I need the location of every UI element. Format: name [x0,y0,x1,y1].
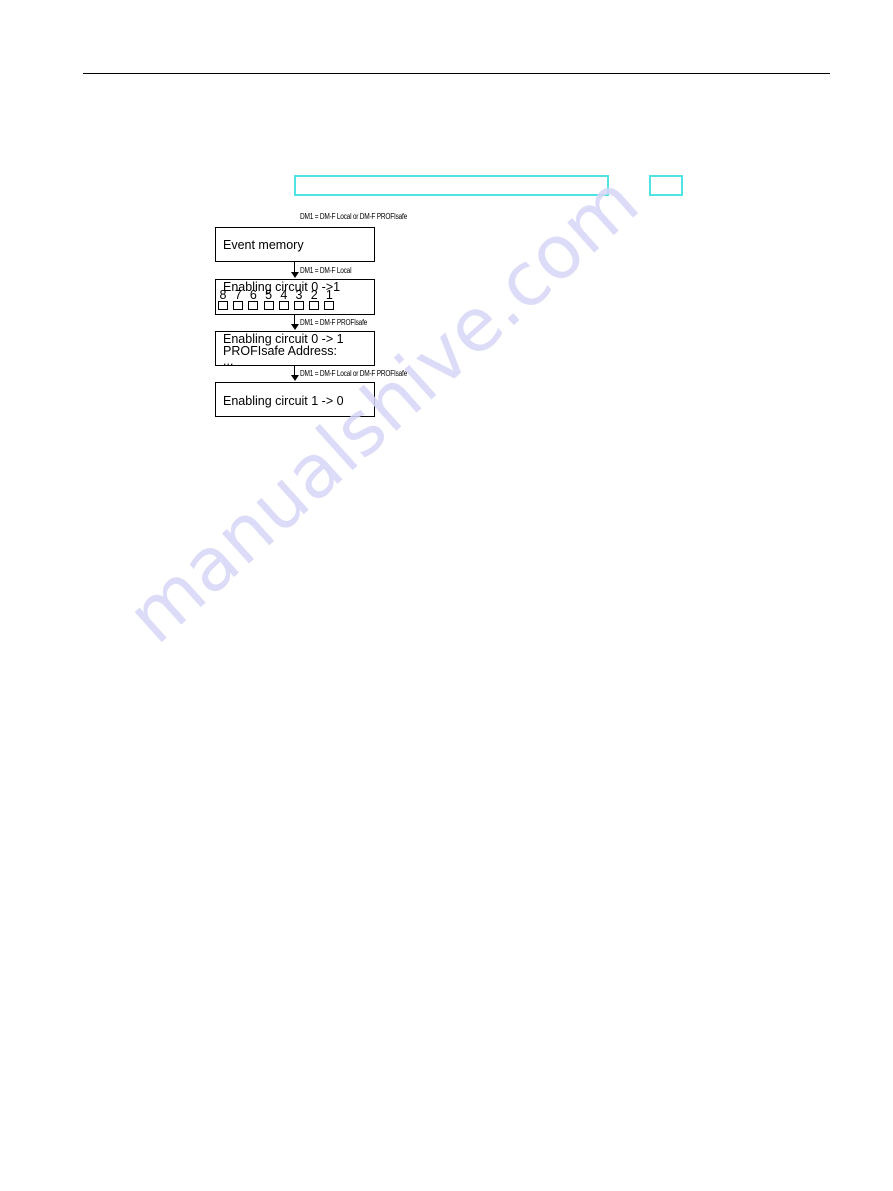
box-line: ... [223,354,234,368]
menu-box-event-memory: Event memory [215,227,375,262]
bit-checkbox [309,301,320,310]
arrow-down-icon [291,272,299,278]
transition-condition-label: DM1 = DM-F Local or DM-F PROFIsafe [300,369,408,378]
bit-label: 2 [310,288,318,302]
bit-label: 7 [234,288,242,302]
bit-checkbox [278,301,289,310]
bit-label: 1 [325,288,333,302]
bit-label: 6 [249,288,257,302]
watermark: manualshive.com [111,158,655,660]
bit-checkbox [218,301,228,310]
highlight-box-small [649,175,683,196]
bit-label: 4 [280,288,288,302]
menu-box-enabling-circuit-off: Enabling circuit 1 -> 0 [215,382,375,417]
bit-label: 5 [265,288,273,302]
bit-checkbox [233,301,244,310]
highlight-box-wide [294,175,609,196]
menu-box-enabling-circuit-profisafe: Enabling circuit 0 -> 1 PROFIsafe Addres… [215,331,375,368]
box-line: PROFIsafe Address: [223,344,337,358]
arrow-down-icon [291,324,299,330]
header-rule [83,73,830,74]
transition-condition-label: DM1 = DM-F Local [300,266,352,275]
box-line: Event memory [223,238,304,252]
top-condition-label: DM1 = DM-F Local or DM-F PROFIsafe [300,212,408,221]
bit-checkbox [263,301,274,310]
arrow-down-icon [291,375,299,381]
bit-checkbox [248,301,259,310]
box-line: Enabling circuit 1 -> 0 [223,394,344,408]
transition-condition-label: DM1 = DM-F PROFIsafe [300,318,368,327]
bit-label: 8 [219,288,227,302]
bit-checkbox [324,301,335,310]
bit-checkbox [294,301,304,310]
bit-label: 3 [295,288,303,302]
